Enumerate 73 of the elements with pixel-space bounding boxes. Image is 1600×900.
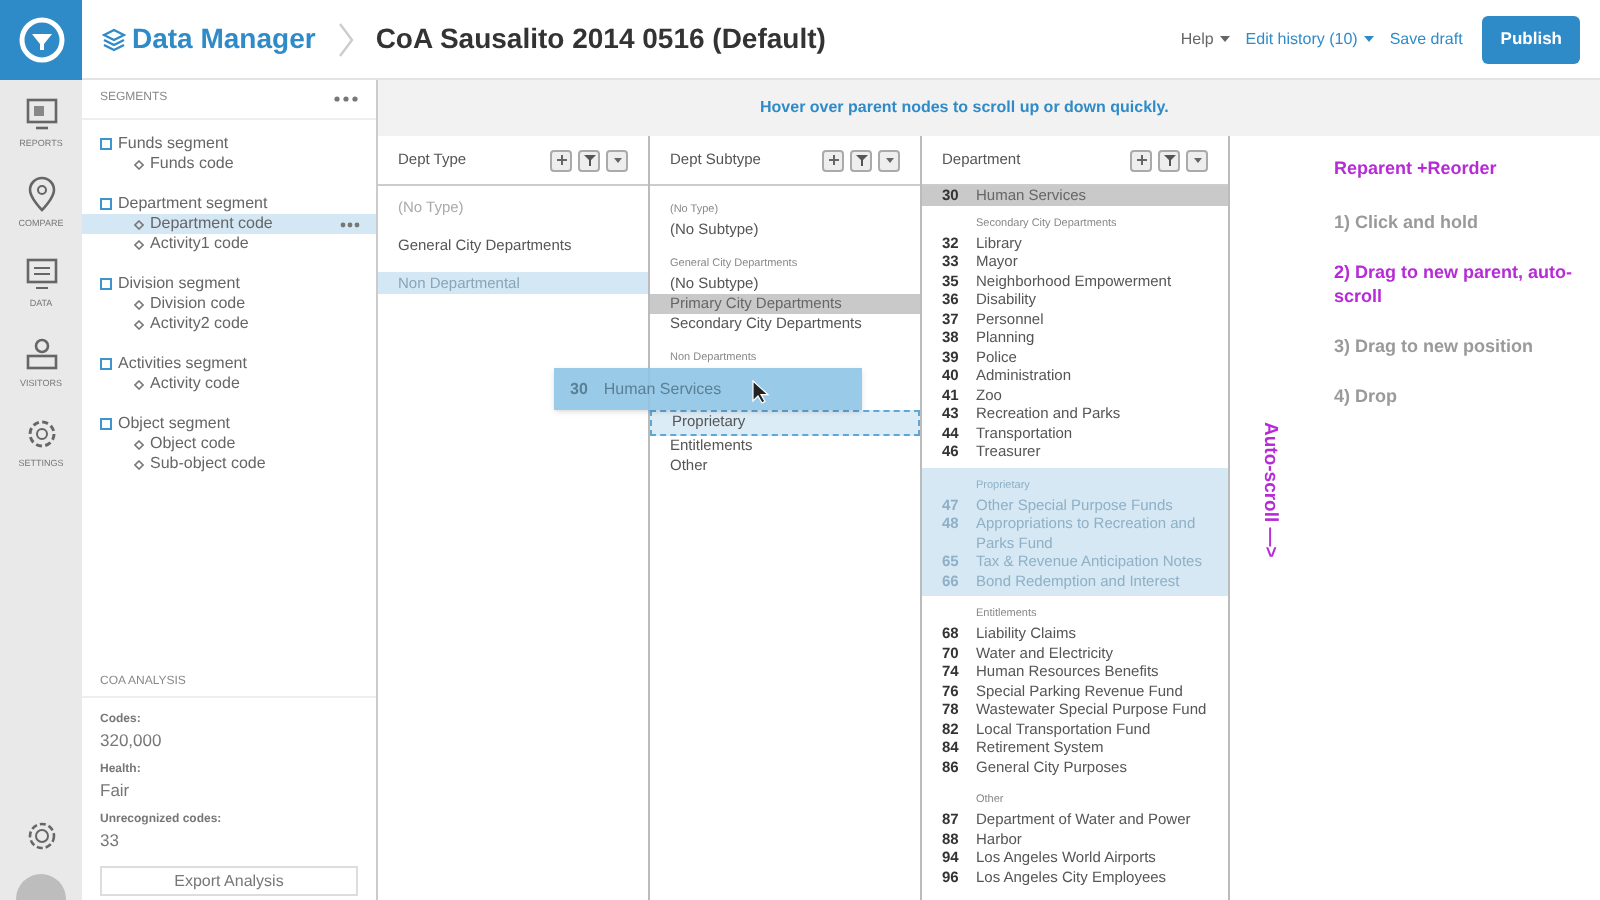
- save-draft-link[interactable]: Save draft: [1389, 27, 1463, 51]
- more-icon: [340, 221, 360, 227]
- side-note: Auto-scroll —>: [1256, 422, 1283, 558]
- stat-value: 320,000: [100, 730, 164, 750]
- app-title[interactable]: Data Manager: [102, 18, 316, 60]
- filter-icon: [1161, 152, 1177, 168]
- dropdown-button[interactable]: [878, 149, 900, 171]
- checkbox-icon: [100, 358, 112, 370]
- dropdown-button[interactable]: [606, 149, 628, 171]
- more-icon: [334, 96, 358, 102]
- dropdown-button[interactable]: [1186, 149, 1208, 171]
- add-button[interactable]: [822, 149, 844, 171]
- monitor-icon: [23, 256, 59, 292]
- help-icon[interactable]: [28, 822, 56, 850]
- hint-text: Hover over parent nodes to scroll up or down quickly.: [760, 96, 1169, 120]
- caret-icon: [1363, 35, 1374, 43]
- step-text: 2) Drag to new parent, auto-scroll: [1334, 259, 1575, 307]
- monitor-icon: [23, 96, 59, 132]
- plus-icon: [825, 152, 841, 168]
- settings-icon: [23, 416, 59, 452]
- code-item[interactable]: Division code: [82, 294, 376, 314]
- code-item[interactable]: Department code: [82, 214, 376, 234]
- segment-item[interactable]: Funds segment: [82, 134, 376, 154]
- document-title: CoA Sausalito 2014 0516 (Default): [375, 20, 826, 58]
- help-menu[interactable]: Help: [1180, 27, 1230, 51]
- add-button[interactable]: [550, 149, 572, 171]
- code-item[interactable]: Funds code: [82, 154, 376, 174]
- filter-button[interactable]: [850, 149, 872, 171]
- segment-item[interactable]: Activities segment: [82, 354, 376, 374]
- person-icon: [23, 336, 59, 372]
- diamond-icon: [134, 159, 144, 169]
- layers-icon: [102, 27, 126, 51]
- step-text: 1) Click and hold: [1334, 209, 1481, 233]
- segment-item[interactable]: Department segment: [82, 194, 376, 214]
- caret-icon: [609, 152, 625, 168]
- segment-item[interactable]: Object segment: [82, 414, 376, 434]
- filter-icon: [581, 152, 597, 168]
- code-item[interactable]: Activity1 code: [82, 234, 376, 254]
- checkbox-icon: [100, 198, 112, 210]
- chevron-icon: [335, 19, 356, 59]
- diamond-icon: [134, 379, 144, 389]
- history-menu[interactable]: Edit history (10): [1245, 27, 1374, 51]
- plus-icon: [1133, 152, 1149, 168]
- publish-button[interactable]: Publish: [1482, 15, 1580, 63]
- stat-value: Fair: [100, 780, 132, 800]
- filter-button[interactable]: [578, 149, 600, 171]
- code-item[interactable]: Activity code: [82, 374, 376, 394]
- code-item[interactable]: Object code: [82, 434, 376, 454]
- item-label: Human Services: [603, 377, 722, 401]
- add-button[interactable]: [1130, 149, 1152, 171]
- checkbox-icon: [100, 278, 112, 290]
- caret-icon: [881, 152, 897, 168]
- map-pin-icon: [23, 176, 59, 212]
- more-button[interactable]: [334, 96, 358, 102]
- step-text: 3) Drag to new position: [1334, 333, 1536, 357]
- checkbox-icon: [100, 418, 112, 430]
- filter-button[interactable]: [1158, 149, 1180, 171]
- stat-value: 33: [100, 830, 121, 850]
- checkbox-icon: [100, 138, 112, 150]
- caret-icon: [1219, 35, 1230, 43]
- item-number: 30: [570, 377, 588, 401]
- funnel-logo-icon: [17, 16, 65, 64]
- filter-icon: [853, 152, 869, 168]
- export-button[interactable]: Export Analysis: [100, 866, 358, 896]
- annotation-title: Reparent +Reorder: [1334, 156, 1499, 182]
- logo-tile[interactable]: [0, 0, 82, 80]
- caret-icon: [1189, 152, 1205, 168]
- cursor-icon: [752, 380, 770, 404]
- code-item[interactable]: Activity2 code: [82, 314, 376, 334]
- code-item[interactable]: Sub-object code: [82, 454, 376, 474]
- step-text: 4) Drop: [1334, 383, 1399, 407]
- plus-icon: [553, 152, 569, 168]
- segment-item[interactable]: Division segment: [82, 274, 376, 294]
